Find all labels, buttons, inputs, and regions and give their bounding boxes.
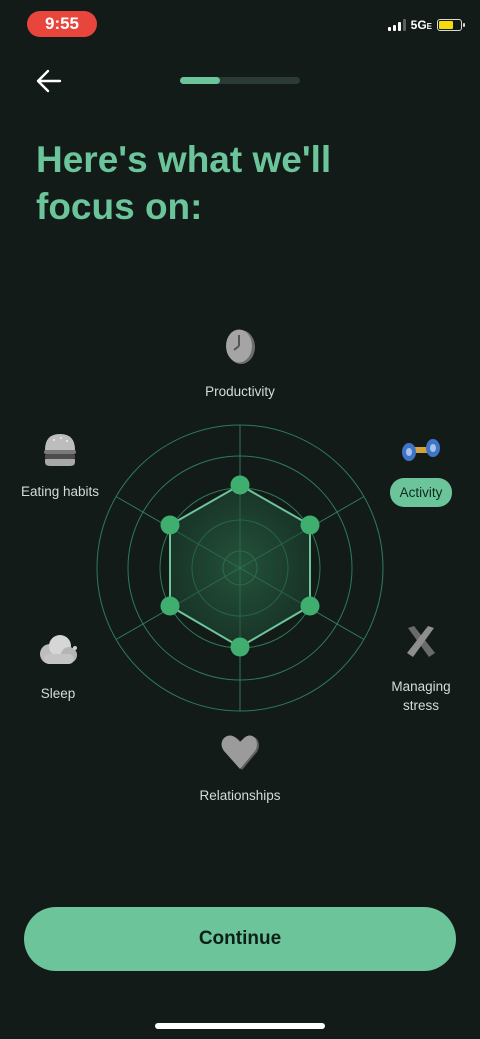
battery-icon [437, 19, 465, 31]
radar-point-productivity [230, 475, 250, 495]
focus-label-relationships: Relationships [199, 788, 281, 803]
focus-label-productivity: Productivity [205, 384, 275, 399]
radar-point-stress [300, 596, 320, 616]
focus-label-sleep: Sleep [40, 686, 76, 701]
focus-activity[interactable]: Activity [380, 430, 462, 507]
status-indicators: 5GE [387, 18, 465, 32]
radar-point-activity [300, 515, 320, 535]
screen: 9:55 5GE Here's what we'll focus on: Pro… [0, 0, 480, 1039]
cross-icon [407, 626, 435, 657]
progress-fill [180, 77, 220, 84]
focus-relationships[interactable]: Relationships [180, 732, 300, 805]
network-label: 5GE [410, 18, 432, 32]
focus-sleep[interactable]: Sleep [18, 630, 98, 703]
page-title: Here's what we'll focus on: [36, 139, 332, 227]
burger-icon [44, 434, 76, 466]
radar-point-relationships [230, 637, 250, 657]
focus-label-managing-stress: Managing stress [391, 679, 451, 713]
status-time: 9:55 [27, 11, 97, 37]
heart-icon [221, 735, 259, 770]
radar-point-eating [160, 515, 180, 535]
continue-button[interactable]: Continue [24, 907, 456, 971]
radar-area [169, 483, 311, 649]
progress-bar [180, 77, 300, 84]
focus-productivity[interactable]: Productivity [180, 326, 300, 401]
focus-label-eating-habits: Eating habits [20, 484, 100, 499]
focus-label-activity: Activity [389, 478, 453, 507]
signal-icon [387, 19, 406, 31]
clock-icon [226, 329, 255, 364]
back-button[interactable] [34, 66, 64, 96]
cloud-icon [40, 635, 77, 664]
back-arrow-icon [36, 69, 62, 93]
dumbbell-icon [402, 439, 440, 461]
radar-point-sleep [160, 596, 180, 616]
focus-managing-stress[interactable]: Managing stress [376, 622, 466, 715]
focus-eating-habits[interactable]: Eating habits [10, 430, 110, 501]
home-indicator [155, 1023, 325, 1029]
focus-radar-chart [96, 424, 384, 712]
